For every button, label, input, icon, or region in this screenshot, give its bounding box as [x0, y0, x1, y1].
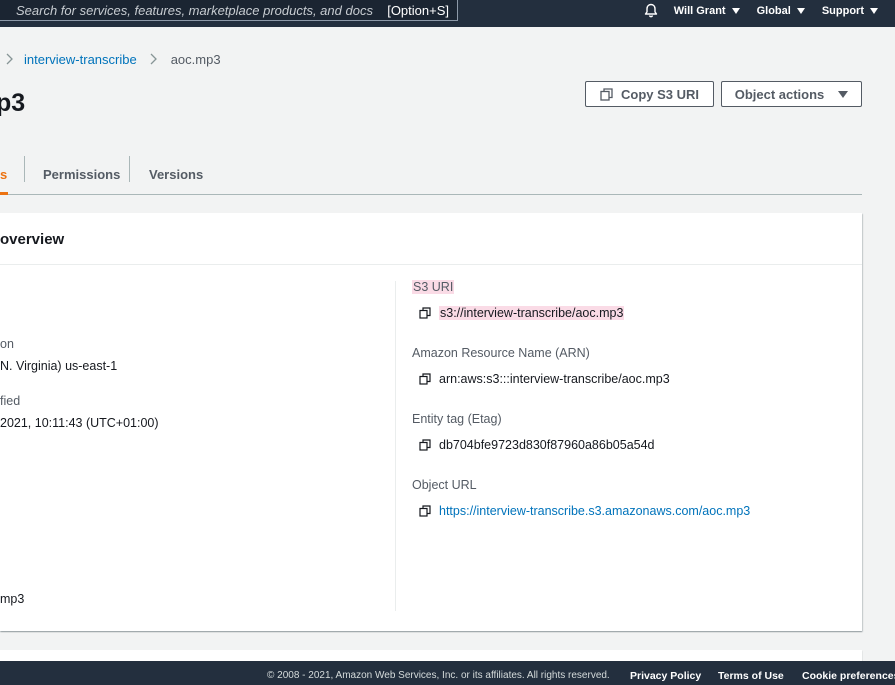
s3-uri-value: s3://interview-transcribe/aoc.mp3: [439, 306, 625, 320]
last-modified-value: 2021, 10:11:43 (UTC+01:00): [0, 416, 159, 430]
nav-right-group: Will Grant Global Support: [644, 0, 895, 21]
tab-divider: [129, 156, 130, 182]
cookie-preferences-link[interactable]: Cookie preferences: [802, 670, 895, 682]
s3-uri-row: s3://interview-transcribe/aoc.mp3: [419, 306, 625, 320]
copy-s3-uri-label: Copy S3 URI: [620, 86, 699, 102]
tab-bar: s Permissions Versions: [0, 154, 862, 195]
copy-icon[interactable]: [419, 307, 431, 319]
etag-value: db704bfe9723d830f87960a86b05a54d: [439, 438, 655, 452]
footer-copyright: © 2008 - 2021, Amazon Web Services, Inc.…: [267, 670, 610, 681]
tab-permissions[interactable]: Permissions: [43, 154, 120, 194]
arn-value: arn:aws:s3:::interview-transcribe/aoc.mp…: [439, 372, 670, 386]
tab-divider: [24, 156, 25, 182]
column-divider: [395, 281, 396, 611]
object-url-row: https://interview-transcribe.s3.amazonaw…: [419, 504, 750, 518]
search-shortcut-hint: [Option+S]: [387, 2, 449, 18]
type-value: mp3: [0, 592, 25, 606]
copy-icon[interactable]: [419, 505, 431, 517]
etag-row: db704bfe9723d830f87960a86b05a54d: [419, 438, 655, 452]
caret-down-icon: [796, 7, 805, 14]
object-overview-panel: overview on N. Virginia) us-east-1 fied …: [0, 213, 862, 631]
arn-row: arn:aws:s3:::interview-transcribe/aoc.mp…: [419, 372, 670, 386]
region-menu-label: Global: [756, 4, 791, 17]
search-placeholder: Search for services, features, marketpla…: [16, 2, 373, 18]
caret-down-icon: [870, 7, 878, 14]
support-menu[interactable]: Support: [822, 5, 878, 17]
search-input[interactable]: Search for services, features, marketpla…: [0, 0, 458, 21]
user-menu-label: Will Grant: [673, 4, 726, 17]
tab-versions[interactable]: Versions: [149, 154, 203, 194]
copy-s3-uri-button[interactable]: Copy S3 URI: [585, 81, 714, 107]
caret-down-icon: [731, 7, 740, 14]
etag-label: Entity tag (Etag): [412, 412, 502, 426]
privacy-policy-link[interactable]: Privacy Policy: [630, 670, 701, 682]
object-url-label: Object URL: [412, 478, 477, 492]
breadcrumb-bucket-link[interactable]: interview-transcribe: [24, 52, 137, 67]
object-actions-label: Object actions: [734, 86, 825, 102]
breadcrumb-current-object: aoc.mp3: [170, 51, 221, 67]
chevron-right-icon: [149, 50, 159, 68]
copy-icon[interactable]: [419, 439, 431, 451]
arn-label: Amazon Resource Name (ARN): [412, 346, 590, 360]
chevron-right-icon: [4, 50, 14, 68]
support-menu-label: Support: [821, 4, 864, 17]
s3-uri-label: S3 URI: [412, 280, 455, 294]
region-value: N. Virginia) us-east-1: [0, 359, 118, 373]
bell-icon[interactable]: [644, 3, 660, 19]
copy-icon[interactable]: [419, 373, 431, 385]
tab-properties[interactable]: s: [0, 154, 7, 194]
footer: © 2008 - 2021, Amazon Web Services, Inc.…: [0, 661, 895, 685]
object-url-link[interactable]: https://interview-transcribe.s3.amazonaw…: [439, 504, 750, 518]
active-tab-indicator: [0, 192, 8, 195]
last-modified-label: fied: [0, 394, 21, 408]
copy-icon: [600, 87, 613, 101]
region-label: on: [0, 337, 14, 351]
object-actions-button[interactable]: Object actions: [721, 81, 862, 107]
page-title: p3: [0, 89, 26, 117]
user-menu[interactable]: Will Grant: [674, 5, 740, 17]
breadcrumb: interview-transcribe aoc.mp3: [0, 50, 221, 68]
terms-of-use-link[interactable]: Terms of Use: [718, 670, 784, 682]
region-menu[interactable]: Global: [757, 5, 805, 17]
panel-title: overview: [0, 213, 862, 265]
top-navigation: Search for services, features, marketpla…: [0, 0, 895, 27]
caret-down-icon: [838, 90, 849, 98]
